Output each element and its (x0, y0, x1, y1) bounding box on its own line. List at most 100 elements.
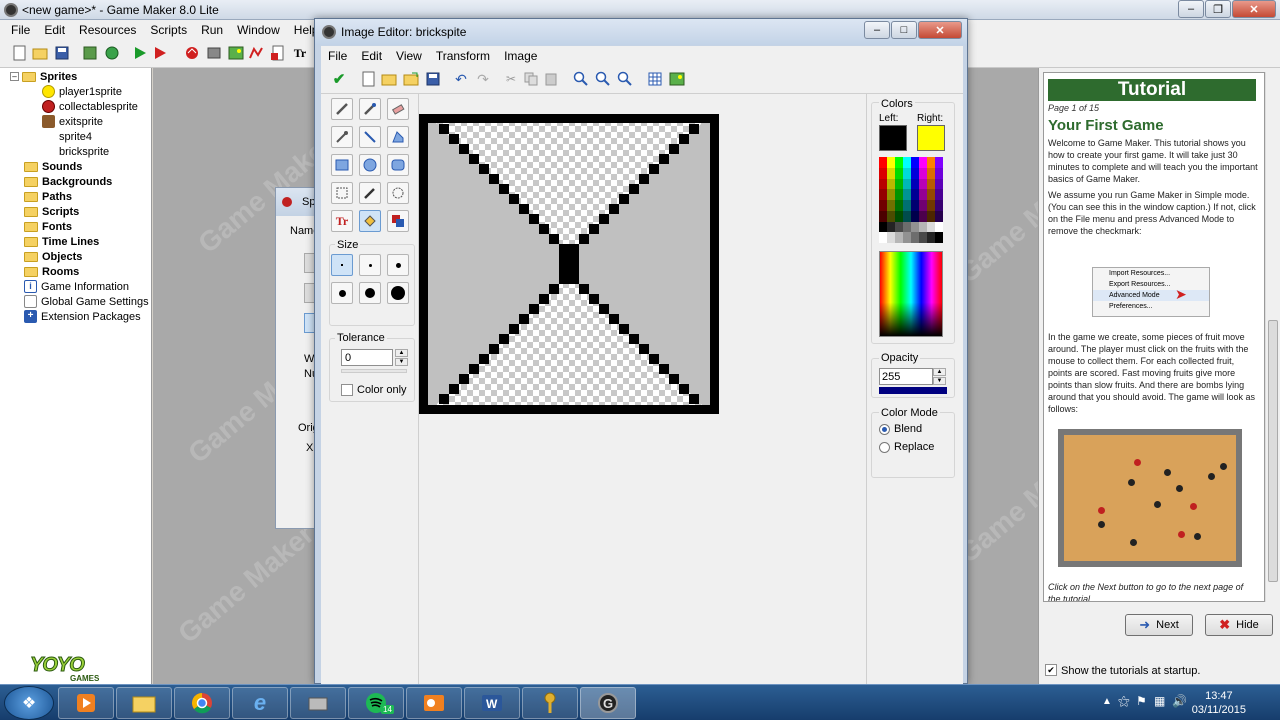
run-icon[interactable] (132, 45, 148, 61)
palette-swatch[interactable] (919, 157, 927, 168)
fill-tool[interactable] (359, 210, 381, 232)
tree-global-game-settings[interactable]: Global Game Settings (24, 294, 149, 309)
palette-swatch[interactable] (903, 167, 911, 179)
palette-swatch[interactable] (895, 221, 903, 233)
palette-swatch[interactable] (935, 167, 943, 179)
palette-swatch[interactable] (935, 189, 943, 200)
palette-swatch[interactable] (895, 232, 903, 243)
palette-swatch[interactable] (887, 210, 895, 222)
size-4-button[interactable] (331, 282, 353, 304)
palette-swatch[interactable] (911, 178, 919, 190)
tree-paths[interactable]: Paths (24, 189, 72, 204)
palette-swatch[interactable] (919, 167, 927, 179)
palette-swatch[interactable] (935, 157, 943, 168)
replace-radio[interactable] (879, 442, 890, 453)
palette-swatch[interactable] (903, 232, 911, 243)
blend-radio[interactable] (879, 424, 890, 435)
magic-wand-tool[interactable] (359, 182, 381, 204)
size-2-button[interactable] (359, 254, 381, 276)
palette-swatch[interactable] (879, 200, 887, 211)
tree-sprites[interactable]: – Sprites (10, 69, 77, 84)
tree-bricksprite[interactable]: bricksprite (59, 144, 109, 159)
opacity-input[interactable] (879, 368, 933, 385)
next-button[interactable]: ➜ Next (1125, 614, 1193, 636)
polygon-tool[interactable] (387, 126, 409, 148)
tree-backgrounds[interactable]: Backgrounds (24, 174, 112, 189)
sprite-canvas[interactable] (419, 114, 719, 414)
palette-swatch[interactable] (879, 157, 887, 168)
palette-swatch[interactable] (887, 232, 895, 243)
color-spectrum[interactable] (879, 251, 943, 337)
word-taskbar-button[interactable]: W (464, 687, 520, 719)
open-from-file-icon[interactable] (403, 71, 419, 87)
palette-swatch[interactable] (911, 167, 919, 179)
line-tool[interactable] (359, 126, 381, 148)
palette-swatch[interactable] (887, 178, 895, 190)
tree-extension-packages[interactable]: + Extension Packages (24, 309, 141, 324)
palette-swatch[interactable] (911, 221, 919, 233)
collapse-icon[interactable]: – (10, 72, 19, 81)
palette-swatch[interactable] (927, 189, 935, 200)
text-tool[interactable]: Tr (331, 210, 353, 232)
chrome-taskbar-button[interactable] (174, 687, 230, 719)
menu-image[interactable]: Image (497, 46, 544, 66)
tree-scripts[interactable]: Scripts (24, 204, 79, 219)
tree-sounds[interactable]: Sounds (24, 159, 82, 174)
palette-swatch[interactable] (935, 232, 943, 243)
cut-icon[interactable]: ✂ (503, 71, 519, 87)
palette-swatch[interactable] (927, 200, 935, 211)
palette-swatch[interactable] (919, 210, 927, 222)
palette-swatch[interactable] (887, 200, 895, 211)
debug-icon[interactable] (152, 45, 168, 61)
tree-exitsprite[interactable]: exitsprite (42, 114, 103, 129)
palette-swatch[interactable] (927, 232, 935, 243)
palette-swatch[interactable] (919, 178, 927, 190)
palette-swatch[interactable] (887, 157, 895, 168)
palette-swatch[interactable] (935, 200, 943, 211)
palette-swatch[interactable] (927, 221, 935, 233)
tree-collectablesprite[interactable]: collectablesprite (42, 99, 138, 114)
save-icon[interactable] (54, 45, 70, 61)
ellipse-tool[interactable] (359, 154, 381, 176)
show-tutorials-checkbox[interactable]: ✔ (1045, 664, 1057, 676)
opacity-bar[interactable] (879, 387, 947, 394)
open-icon[interactable] (381, 71, 397, 87)
game-maker-taskbar-button[interactable]: G (580, 687, 636, 719)
minimize-button[interactable]: – (1178, 0, 1204, 18)
palette-swatch[interactable] (879, 189, 887, 200)
palette-swatch[interactable] (903, 210, 911, 222)
spray-tool[interactable] (359, 98, 381, 120)
palette-swatch[interactable] (895, 210, 903, 222)
start-button[interactable]: ❖ (4, 686, 54, 720)
palette-swatch[interactable] (927, 210, 935, 222)
tolerance-spin-down[interactable]: ▼ (395, 358, 408, 366)
paste-icon[interactable] (543, 71, 559, 87)
open-icon[interactable] (32, 45, 48, 61)
media-player-taskbar-button[interactable] (58, 687, 114, 719)
zoom-in-icon[interactable] (617, 71, 633, 87)
menu-file[interactable]: File (4, 20, 37, 40)
close-button[interactable]: ✕ (1232, 0, 1276, 18)
palette-swatch[interactable] (911, 189, 919, 200)
tolerance-input[interactable] (341, 349, 393, 366)
right-color-swatch[interactable] (917, 125, 945, 151)
palette-swatch[interactable] (935, 178, 943, 190)
new-icon[interactable] (361, 71, 377, 87)
left-color-swatch[interactable] (879, 125, 907, 151)
palette-swatch[interactable] (895, 157, 903, 168)
tutorial-scrollbar[interactable] (1265, 72, 1279, 602)
signal-bars-icon[interactable]: ▦ (1154, 694, 1165, 708)
rectangle-tool[interactable] (331, 154, 353, 176)
palette-swatch[interactable] (879, 210, 887, 222)
palette-swatch[interactable] (895, 200, 903, 211)
hide-button[interactable]: ✖ Hide (1205, 614, 1273, 636)
opacity-spin-up[interactable]: ▲ (933, 368, 946, 376)
size-1-button[interactable] (331, 254, 353, 276)
tree-game-information[interactable]: i Game Information (24, 279, 129, 294)
new-icon[interactable] (12, 45, 28, 61)
copy-icon[interactable] (523, 71, 539, 87)
minimize-button[interactable]: – (864, 21, 890, 39)
show-hidden-icons-arrow[interactable]: ▲ (1102, 696, 1112, 707)
palette-swatch[interactable] (903, 157, 911, 168)
publish-icon[interactable] (82, 45, 98, 61)
